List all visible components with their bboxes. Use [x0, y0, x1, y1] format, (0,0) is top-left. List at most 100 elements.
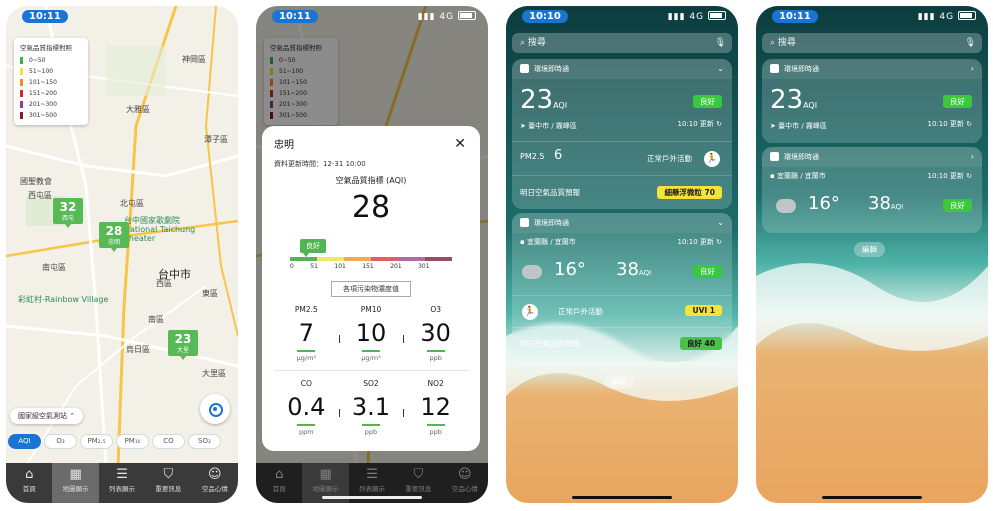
pollutant-value: 0.4	[287, 393, 326, 421]
legend-range: 151~200	[29, 90, 57, 97]
aqi-widget-taichung[interactable]: 環境即時通 ⌄ 23AQI ➤ 臺中市 / 霧峰區 良好 10:10 更新 ↻ P…	[512, 59, 732, 209]
chevron-right-icon[interactable]: ›	[971, 59, 974, 79]
widget-forecast-badge: 良好 40	[679, 337, 722, 350]
widget-aqi-value: 38	[868, 193, 891, 214]
aqi-widget-yilan[interactable]: 環境即時通 ⌄ ▪ 宜蘭縣 / 宜蘭市 10:10 更新 ↻ 16° 38AQI …	[512, 213, 732, 361]
location-arrow-icon: ➤	[520, 122, 526, 130]
marker-name: 忠明	[107, 239, 120, 246]
edit-widgets-button[interactable]: 編輯	[854, 242, 885, 257]
widget-forecast-row: 明日空氣品質預報 良好 40	[512, 327, 732, 359]
widget-aqi-value: 38	[616, 259, 639, 280]
tab-news[interactable]: ⛉ 重要訊息	[145, 463, 191, 503]
refresh-icon[interactable]: ↻	[716, 238, 722, 246]
station-marker-dali[interactable]: 23 大里	[168, 330, 198, 360]
pollutant-tab-pm10[interactable]: PM₁₀	[116, 434, 149, 449]
pollutant-tab-aqi[interactable]: AQI	[8, 434, 41, 449]
station-marker-zhongming[interactable]: 28 忠明	[99, 222, 129, 252]
legend-title: 空氣品質指標對照	[20, 44, 72, 52]
widget-updated-label: 10:10 更新	[927, 120, 964, 128]
scale-segment-good	[290, 257, 317, 261]
locate-me-button[interactable]	[200, 394, 230, 424]
scale-tick: 201	[390, 263, 402, 270]
aqi-widget-yilan-compact[interactable]: 環境即時通 › ▪ 宜蘭縣 / 宜蘭市 10:10 更新 ↻ 16° 38AQI …	[762, 147, 982, 233]
status-bar: 10:11 ▮▮▮ 4G	[256, 6, 488, 28]
legend-row: 301~500	[20, 110, 82, 121]
pollutant-tab-co[interactable]: CO	[152, 434, 185, 449]
widget-forecast-label: 明日空氣品質預報	[520, 188, 580, 197]
station-marker-xitun[interactable]: 32 西屯	[53, 198, 83, 228]
legend-range: 101~150	[29, 79, 57, 86]
station-type-button[interactable]: 國家級空氣測站 ⌃	[10, 408, 84, 424]
map-label-nanqu: 南區	[148, 315, 164, 324]
signal-icon: ▮▮▮	[917, 12, 936, 22]
home-indicator	[322, 496, 422, 499]
marker-value: 28	[105, 224, 123, 238]
pollutant-tab-pm25[interactable]: PM₂.₅	[80, 434, 113, 449]
widget-header: 環境即時通 ›	[762, 59, 982, 79]
widget-app-name: 環境即時通	[534, 65, 569, 73]
battery-icon	[708, 11, 726, 20]
smile-icon: ☺	[208, 467, 222, 482]
chevron-down-icon[interactable]: ⌄	[717, 213, 724, 233]
chevron-down-icon[interactable]: ⌄	[717, 59, 724, 79]
aqi-widget-taichung-compact[interactable]: 環境即時通 › 23AQI ➤ 臺中市 / 霧峰區 良好 10:10 更新 ↻	[762, 59, 982, 143]
widget-status-badge: 良好	[943, 199, 972, 212]
widget-header: 環境即時通 ⌄	[512, 213, 732, 233]
edit-widgets-button[interactable]: 編輯	[604, 374, 635, 389]
chevron-right-icon[interactable]: ›	[971, 147, 974, 167]
widget-aqi-unit: AQI	[803, 101, 818, 110]
list-icon: ☰	[116, 467, 128, 482]
map-label-shengang: 神岡區	[182, 55, 206, 64]
legend-swatch	[20, 101, 23, 108]
signal-icon: ▮▮▮	[417, 12, 436, 22]
refresh-icon[interactable]: ↻	[966, 120, 972, 128]
scale-tick-spacer	[446, 263, 452, 270]
widget-aqi-value: 23	[520, 85, 554, 115]
network-label: 4G	[689, 12, 705, 22]
pollutant-unit: ppb	[364, 428, 378, 436]
app-icon	[770, 152, 779, 161]
widget-main-row: ▪ 宜蘭縣 / 宜蘭市 10:10 更新 ↻ 16° 38AQI 良好	[762, 167, 982, 231]
widget-updated: 10:10 更新 ↻	[677, 237, 722, 247]
status-bar: 10:11	[6, 6, 238, 28]
tab-list[interactable]: ☰ 列表顯示	[99, 463, 145, 503]
tab-label: 首頁	[22, 485, 36, 493]
pollutant-pm10: PM10 10 μg/m³	[338, 305, 404, 362]
pollutant-value: 30	[420, 319, 451, 347]
map-view[interactable]: 神岡區 大雅區 潭子區 國聖教會 西屯區 北屯區 台中國家歌劇院 Nationa…	[6, 6, 238, 466]
tab-home[interactable]: ⌂ 首頁	[6, 463, 52, 503]
search-input[interactable]: ⌕ 搜尋 🎙	[512, 33, 732, 53]
map-label-dali: 大里區	[202, 369, 226, 378]
legend-row: 151~200	[20, 88, 82, 99]
status-bar: 10:10 ▮▮▮ 4G	[506, 6, 738, 28]
legend-swatch	[20, 57, 23, 64]
pollutant-tab-o3[interactable]: O₃	[44, 434, 77, 449]
pollutant-name: PM10	[360, 305, 382, 314]
legend-range: 0~50	[29, 57, 46, 64]
widget-status-badge: 良好	[693, 265, 722, 278]
station-detail-sheet: 忠明 ✕ 資料更新時間：12-31 10:00 空氣品質指標 (AQI) 28 …	[262, 126, 480, 451]
widget-aqi-unit: AQI	[553, 101, 568, 110]
search-placeholder: 搜尋	[777, 38, 796, 48]
close-icon[interactable]: ✕	[454, 137, 466, 151]
pollutant-value: 7	[298, 319, 314, 347]
pollutant-tab-so2[interactable]: SO₂	[188, 434, 221, 449]
pollutant-name: O3	[430, 305, 441, 314]
search-input[interactable]: ⌕ 搜尋 🎙	[762, 33, 982, 53]
aqi-scale: 良好 0 51 101 151 201 301	[290, 237, 452, 273]
legend-swatch	[20, 90, 23, 97]
refresh-icon[interactable]: ↻	[966, 172, 972, 180]
tab-mood[interactable]: ☺ 空品心情	[192, 463, 238, 503]
microphone-icon[interactable]: 🎙	[715, 33, 726, 53]
network-label: 4G	[439, 12, 455, 22]
home-icon: ⌂	[25, 467, 34, 482]
widget-main-row: ▪ 宜蘭縣 / 宜蘭市 10:10 更新 ↻ 16° 38AQI 良好	[512, 233, 732, 295]
widget-location-label: 臺中市 / 霧峰區	[528, 122, 577, 130]
legend-swatch	[20, 79, 23, 86]
refresh-icon[interactable]: ↻	[716, 120, 722, 128]
pollutant-level-line	[426, 350, 445, 352]
map-label-tanzi: 潭子區	[204, 135, 228, 144]
microphone-icon[interactable]: 🎙	[965, 33, 976, 53]
tab-map[interactable]: ▦ 地圖顯示	[52, 463, 99, 503]
network-label: 4G	[939, 12, 955, 22]
